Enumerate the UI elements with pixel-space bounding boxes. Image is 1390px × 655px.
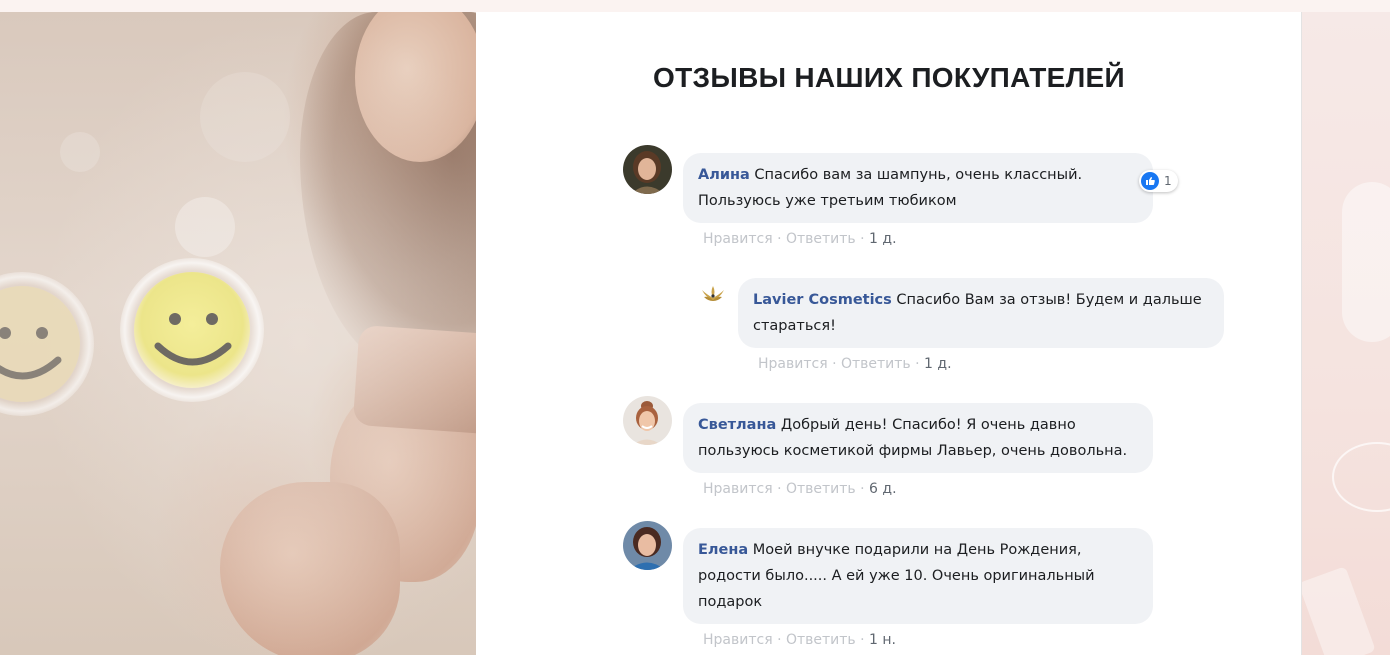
- top-band: [0, 0, 1390, 12]
- reply-actions: Нравится · Ответить · 1 д.: [758, 356, 952, 372]
- comment-time[interactable]: 1 н.: [869, 632, 896, 648]
- thumbs-up-icon: [1141, 172, 1159, 190]
- comment-line: Елена Моей внучке подарили на День Рожде…: [698, 537, 1138, 563]
- comment-line: Алина Спасибо вам за шампунь, очень клас…: [698, 162, 1138, 188]
- comment-text: родости было..... А ей уже 10. Очень ори…: [698, 568, 1095, 584]
- avatar-alina[interactable]: [623, 145, 672, 194]
- comment-author[interactable]: Алина: [698, 167, 750, 183]
- comment-text: Моей внучке подарили на День Рождения,: [752, 542, 1082, 558]
- comment-actions: Нравится · Ответить · 6 д.: [703, 481, 897, 497]
- like-link[interactable]: Нравится: [758, 356, 828, 372]
- smiley-icon: [0, 272, 94, 416]
- comment-bubble: Алина Спасибо вам за шампунь, очень клас…: [683, 153, 1153, 223]
- comment-text: пользуюсь косметикой фирмы Лавьер, очень…: [698, 443, 1128, 459]
- reaction-number: 1: [1164, 174, 1172, 188]
- right-decoration: [1298, 12, 1390, 655]
- reply-text: стараться!: [753, 318, 836, 334]
- hero-photo: [0, 12, 476, 655]
- comment-time[interactable]: 6 д.: [869, 481, 897, 497]
- comment-bubble: Елена Моей внучке подарили на День Рожде…: [683, 528, 1153, 624]
- like-link[interactable]: Нравится: [703, 231, 773, 247]
- comment-time[interactable]: 1 д.: [869, 231, 897, 247]
- separator: ·: [772, 481, 786, 497]
- separator: ·: [855, 632, 870, 648]
- reply-link[interactable]: Ответить: [786, 632, 856, 648]
- separator: ·: [855, 231, 870, 247]
- comment-time[interactable]: 1 д.: [924, 356, 952, 372]
- avatar-svetlana[interactable]: [623, 396, 672, 445]
- comment-bubble: Светлана Добрый день! Спасибо! Я очень д…: [683, 403, 1153, 473]
- separator: ·: [772, 632, 786, 648]
- lotus-logo-icon[interactable]: [698, 280, 728, 310]
- comment-text: Пользуюсь уже третьим тюбиком: [698, 193, 957, 209]
- comment-line: Lavier Cosmetics Спасибо Вам за отзыв! Б…: [753, 287, 1209, 313]
- comment-author[interactable]: Елена: [698, 542, 748, 558]
- comment-text: Добрый день! Спасибо! Я очень давно: [780, 417, 1076, 433]
- reply-bubble: Lavier Cosmetics Спасибо Вам за отзыв! Б…: [738, 278, 1224, 348]
- reaction-count[interactable]: 1: [1139, 170, 1178, 192]
- reviews-section: ОТЗЫВЫ НАШИХ ПОКУПАТЕЛЕЙ Алина Спасибо в…: [476, 12, 1302, 655]
- reply-text: Спасибо Вам за отзыв! Будем и дальше: [896, 292, 1202, 308]
- comment-line: Светлана Добрый день! Спасибо! Я очень д…: [698, 412, 1138, 438]
- comment-actions: Нравится · Ответить · 1 н.: [703, 632, 896, 648]
- comment-text: Спасибо вам за шампунь, очень классный.: [754, 167, 1083, 183]
- reply-link[interactable]: Ответить: [841, 356, 911, 372]
- comment-author[interactable]: Светлана: [698, 417, 776, 433]
- separator: ·: [855, 481, 870, 497]
- separator: ·: [772, 231, 786, 247]
- like-link[interactable]: Нравится: [703, 632, 773, 648]
- reply-link[interactable]: Ответить: [786, 481, 856, 497]
- like-link[interactable]: Нравится: [703, 481, 773, 497]
- avatar-elena[interactable]: [623, 521, 672, 570]
- reply-author[interactable]: Lavier Cosmetics: [753, 292, 892, 308]
- separator: ·: [910, 356, 925, 372]
- comment-actions: Нравится · Ответить · 1 д.: [703, 231, 897, 247]
- smiley-icon: [120, 258, 264, 402]
- section-title: ОТЗЫВЫ НАШИХ ПОКУПАТЕЛЕЙ: [653, 62, 1125, 93]
- comment-text: подарок: [698, 594, 763, 610]
- separator: ·: [827, 356, 841, 372]
- reply-link[interactable]: Ответить: [786, 231, 856, 247]
